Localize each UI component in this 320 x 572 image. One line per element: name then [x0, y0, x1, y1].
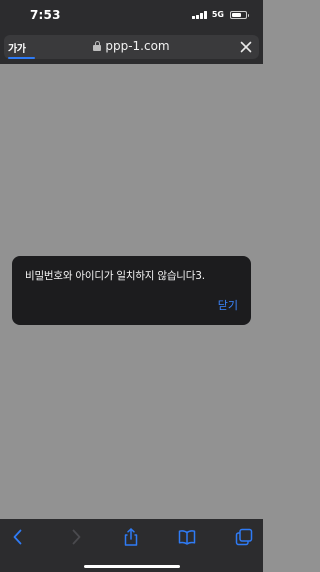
share-icon[interactable] — [121, 527, 141, 547]
alert-close-button[interactable]: 닫기 — [218, 297, 238, 313]
close-icon[interactable] — [237, 38, 255, 56]
bookmarks-icon[interactable] — [177, 527, 197, 547]
tabs-icon[interactable] — [234, 527, 254, 547]
status-bar: 7:53 5G — [0, 0, 263, 32]
address-field[interactable]: 가가 ppp-1.com — [4, 35, 259, 59]
alert-message: 비밀번호와 아이디가 일치하지 않습니다3. — [25, 270, 205, 282]
status-time: 7:53 — [30, 8, 61, 22]
alert-dialog: 비밀번호와 아이디가 일치하지 않습니다3. 닫기 — [12, 256, 251, 325]
forward-icon[interactable] — [66, 527, 86, 547]
url-text: ppp-1.com — [105, 39, 170, 53]
lock-icon — [93, 41, 102, 51]
signal-icon — [192, 11, 207, 19]
address-bar: 가가 ppp-1.com — [0, 32, 263, 64]
load-progress-bar — [8, 57, 35, 59]
network-label: 5G — [211, 10, 224, 19]
home-indicator — [84, 565, 180, 568]
status-right: 5G — [192, 10, 249, 19]
back-icon[interactable] — [8, 527, 28, 547]
battery-icon — [230, 11, 249, 19]
url-display[interactable]: ppp-1.com — [4, 39, 259, 53]
